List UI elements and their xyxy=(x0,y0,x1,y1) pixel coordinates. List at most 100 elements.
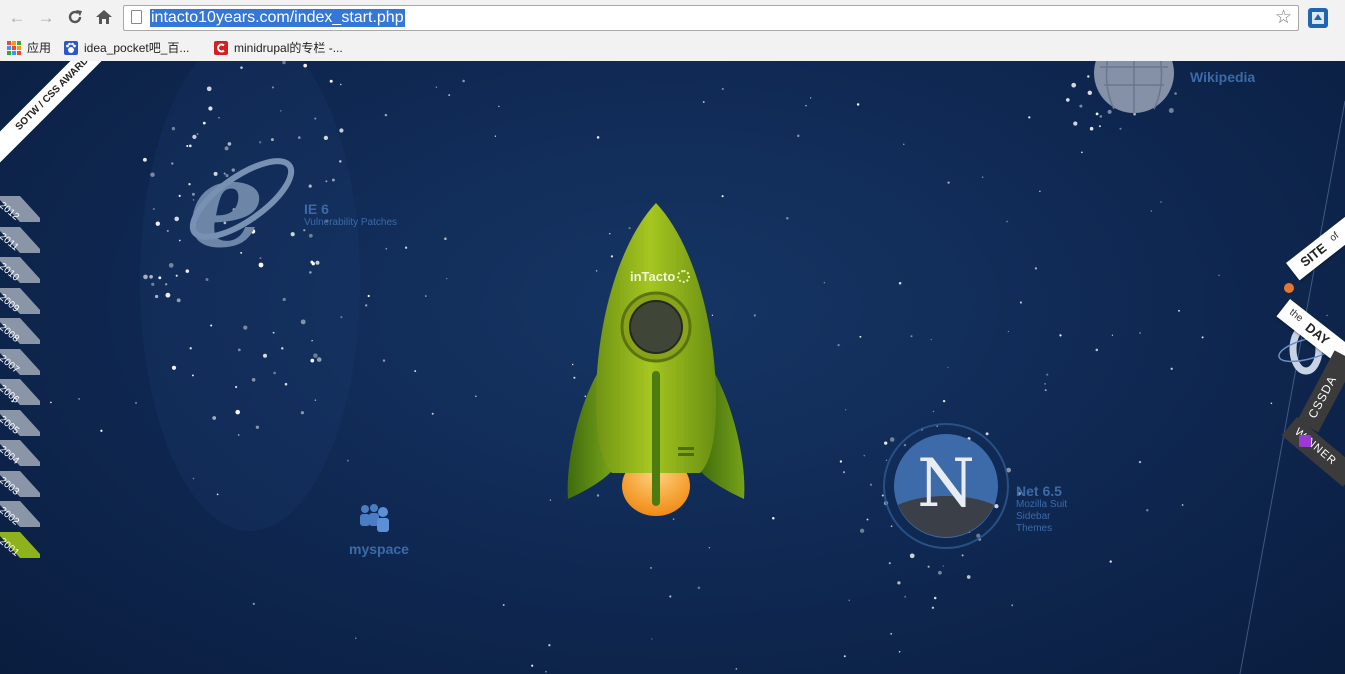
star-dot xyxy=(151,282,155,286)
star-dot xyxy=(697,586,701,590)
cssda-band: CSSDA xyxy=(1297,350,1345,433)
star-dot xyxy=(174,216,180,222)
star-dot xyxy=(966,575,971,579)
star-dot xyxy=(158,276,162,280)
star-dot xyxy=(315,260,320,265)
year-tab-2007[interactable]: 2007 xyxy=(0,348,40,375)
star-dot xyxy=(931,606,935,609)
ie-planet[interactable]: e xyxy=(180,134,300,275)
year-tab-2011[interactable]: 2011 xyxy=(0,226,40,253)
star-dot xyxy=(340,83,342,86)
star-dot xyxy=(171,365,177,370)
bookmark-star-icon[interactable]: ☆ xyxy=(1275,7,1292,29)
star-dot xyxy=(1146,509,1149,512)
star-dot xyxy=(1109,560,1112,563)
star-dot xyxy=(202,121,206,125)
home-icon[interactable] xyxy=(94,8,114,28)
star-dot xyxy=(192,134,197,140)
bookmark-idea-pocket[interactable]: idea_pocket吧_百... xyxy=(64,38,189,58)
intacto-rocket[interactable]: inTacto xyxy=(560,201,752,521)
star-dot xyxy=(365,304,368,307)
url-text[interactable]: intacto10years.com/index_start.php xyxy=(150,9,405,27)
star-dot xyxy=(308,233,313,238)
star-dot xyxy=(271,86,274,89)
star-dot xyxy=(252,602,255,606)
star-dot xyxy=(797,134,800,138)
star-dot xyxy=(1150,210,1153,212)
star-dot xyxy=(165,283,168,286)
wikipedia-title: Wikipedia xyxy=(1190,69,1256,85)
year-tab-2008[interactable]: 2008 xyxy=(0,318,40,345)
star-dot xyxy=(340,316,343,319)
wikipedia-planet[interactable] xyxy=(1090,61,1178,117)
star-dot xyxy=(898,651,901,653)
star-dot xyxy=(1028,116,1031,119)
bookmark-label: idea_pocket吧_百... xyxy=(84,41,190,55)
year-tab-2012[interactable]: 2012 xyxy=(0,196,40,223)
address-bar[interactable]: intacto10years.com/index_start.php ☆ xyxy=(123,5,1299,31)
forward-icon[interactable]: → xyxy=(36,8,56,28)
star-dot xyxy=(753,314,756,317)
star-dot xyxy=(155,221,160,226)
star-dot xyxy=(545,670,547,673)
netscape-title: Net 6.5 xyxy=(1016,483,1062,499)
year-tab-2009[interactable]: 2009 xyxy=(0,287,40,314)
star-dot xyxy=(810,97,812,99)
star-dot xyxy=(1270,402,1273,405)
netscape-line-2: Sidebar xyxy=(1016,511,1051,522)
year-tab-2001[interactable]: 2001 xyxy=(0,531,40,558)
star-dot xyxy=(339,160,342,163)
star-dot xyxy=(869,483,873,486)
extension-icon[interactable] xyxy=(1308,8,1328,28)
star-dot xyxy=(1046,373,1049,376)
star-dot xyxy=(856,103,860,106)
star-dot xyxy=(149,274,153,279)
star-dot xyxy=(1039,190,1041,192)
star-dot xyxy=(50,401,52,404)
star-dot xyxy=(947,181,950,184)
year-tab-2004[interactable]: 2004 xyxy=(0,440,40,467)
star-dot xyxy=(1019,301,1022,304)
site-of-the-day-badge[interactable]: SITE of the DAY xyxy=(1276,195,1345,372)
star-dot xyxy=(346,459,349,462)
star-dot xyxy=(596,136,600,139)
browser-toolbar: ← → intacto10years.com/index_start.php ☆ xyxy=(0,0,1345,36)
star-dot xyxy=(1139,332,1141,334)
star-dot xyxy=(189,347,192,350)
year-tab-2005[interactable]: 2005 xyxy=(0,409,40,436)
star-dot xyxy=(171,162,174,165)
year-tab-2003[interactable]: 2003 xyxy=(0,470,40,497)
star-dot xyxy=(897,581,901,585)
year-tab-2006[interactable]: 2006 xyxy=(0,379,40,406)
star-dot xyxy=(258,262,264,268)
star-dot xyxy=(192,477,195,480)
star-dot xyxy=(1073,121,1078,126)
star-dot xyxy=(331,178,335,182)
myspace-planet[interactable] xyxy=(358,503,390,533)
cssda-winner-badge[interactable]: CSSDA WINNER xyxy=(1281,350,1345,487)
star-dot xyxy=(176,298,181,303)
star-dot xyxy=(531,664,534,667)
browser-chrome: ← → intacto10years.com/index_start.php ☆ xyxy=(0,0,1345,62)
page-icon xyxy=(131,10,142,24)
year-tab-2002[interactable]: 2002 xyxy=(0,501,40,528)
star-dot xyxy=(152,207,155,211)
bookmark-minidrupal[interactable]: minidrupal的专栏 -... xyxy=(214,38,343,58)
star-dot xyxy=(251,377,256,382)
reload-icon[interactable] xyxy=(65,8,85,28)
star-dot xyxy=(384,113,388,117)
star-dot xyxy=(721,87,724,91)
star-dot xyxy=(382,359,386,362)
bookmark-apps[interactable]: 应用 xyxy=(7,38,51,58)
star-dot xyxy=(1059,334,1062,337)
netscape-planet[interactable]: N xyxy=(883,423,1009,549)
star-dot xyxy=(842,471,846,474)
ie-logo-icon: e xyxy=(188,134,295,275)
star-dot xyxy=(932,410,935,413)
star-dot xyxy=(1081,151,1083,154)
back-icon[interactable]: ← xyxy=(7,8,27,28)
year-tab-2010[interactable]: 2010 xyxy=(0,257,40,284)
star-dot xyxy=(805,105,807,107)
star-dot xyxy=(1079,104,1083,108)
star-dot xyxy=(78,397,81,400)
